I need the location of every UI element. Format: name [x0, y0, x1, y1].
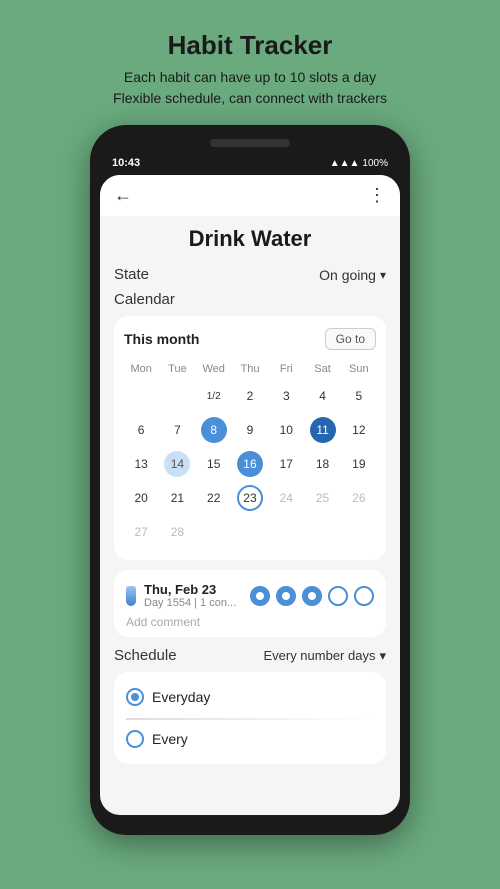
- cal-cell-8[interactable]: 8: [197, 414, 231, 446]
- app-bar: ← ⋮: [100, 175, 400, 216]
- cal-cell-17[interactable]: 17: [269, 448, 303, 480]
- detail-card: Thu, Feb 23 Day 1554 | 1 con... Add comm…: [114, 570, 386, 637]
- cal-cell-15[interactable]: 15: [197, 448, 231, 480]
- detail-sub: Day 1554 | 1 con...: [144, 597, 242, 609]
- cal-cell: [269, 516, 303, 548]
- water-drop-icon: [126, 586, 136, 606]
- detail-date: Thu, Feb 23: [144, 582, 242, 597]
- everyday-radio[interactable]: [126, 688, 144, 706]
- cal-cell-6[interactable]: 6: [124, 414, 158, 446]
- screen-content: Drink Water State On going ▾ Calendar Th…: [100, 216, 400, 774]
- cal-cell-25[interactable]: 25: [305, 482, 339, 514]
- cal-cell: [305, 516, 339, 548]
- page-subtitle: Each habit can have up to 10 slots a day…: [113, 67, 387, 109]
- state-dropdown[interactable]: On going ▾: [319, 267, 386, 283]
- cal-cell-10[interactable]: 10: [269, 414, 303, 446]
- status-time: 10:43: [112, 157, 140, 169]
- state-value-text: On going: [319, 267, 376, 283]
- schedule-section: Schedule Every number days ▾ Everyday Ev…: [114, 647, 386, 764]
- cal-cell-16[interactable]: 16: [233, 448, 267, 480]
- cal-cell: [233, 516, 267, 548]
- phone-screen: ← ⋮ Drink Water State On going ▾ Calenda…: [100, 175, 400, 815]
- cal-cell-24[interactable]: 24: [269, 482, 303, 514]
- every-n-radio[interactable]: [126, 730, 144, 748]
- calendar-grid: Mon Tue Wed Thu Fri Sat Sun 1/2 2 3 4 5: [124, 360, 376, 548]
- cal-cell: [197, 516, 231, 548]
- divider: [126, 718, 374, 720]
- cal-cell-1-2[interactable]: 1/2: [197, 380, 231, 412]
- day-header-sat: Sat: [305, 360, 339, 378]
- cal-cell-9[interactable]: 9: [233, 414, 267, 446]
- everyday-label: Everyday: [152, 689, 210, 705]
- habit-slot-1[interactable]: [250, 586, 270, 606]
- schedule-value-text: Every number days: [263, 648, 375, 663]
- schedule-row: Schedule Every number days ▾: [114, 647, 386, 664]
- cal-cell-28[interactable]: 28: [160, 516, 194, 548]
- day-header-thu: Thu: [233, 360, 267, 378]
- cal-cell-27[interactable]: 27: [124, 516, 158, 548]
- status-bar: 10:43 ▲▲▲ 100%: [100, 157, 400, 169]
- detail-info: Thu, Feb 23 Day 1554 | 1 con...: [144, 582, 242, 609]
- habit-slot-4[interactable]: [328, 586, 348, 606]
- day-header-wed: Wed: [197, 360, 231, 378]
- habit-slot-2[interactable]: [276, 586, 296, 606]
- cal-cell-3[interactable]: 3: [269, 380, 303, 412]
- day-header-sun: Sun: [342, 360, 376, 378]
- status-icons: ▲▲▲ 100%: [330, 158, 388, 169]
- calendar-header: This month Go to: [124, 328, 376, 350]
- schedule-label: Schedule: [114, 647, 177, 664]
- cal-cell-21[interactable]: 21: [160, 482, 194, 514]
- goto-button[interactable]: Go to: [325, 328, 376, 350]
- every-n-label: Every: [152, 731, 188, 747]
- habit-circles: [250, 586, 374, 606]
- state-label: State: [114, 266, 149, 283]
- cal-cell-13[interactable]: 13: [124, 448, 158, 480]
- cal-cell-11[interactable]: 11: [305, 414, 339, 446]
- cal-cell-2[interactable]: 2: [233, 380, 267, 412]
- day-header-fri: Fri: [269, 360, 303, 378]
- add-comment-button[interactable]: Add comment: [126, 615, 374, 629]
- cal-cell-22[interactable]: 22: [197, 482, 231, 514]
- cal-cell: [160, 380, 194, 412]
- schedule-card: Everyday Every: [114, 672, 386, 764]
- day-header-tue: Tue: [160, 360, 194, 378]
- phone-notch: [210, 139, 290, 147]
- cal-cell: [124, 380, 158, 412]
- everyday-option[interactable]: Everyday: [126, 684, 374, 710]
- schedule-dropdown[interactable]: Every number days ▾: [263, 648, 386, 664]
- cal-cell-19[interactable]: 19: [342, 448, 376, 480]
- month-label: This month: [124, 331, 199, 347]
- back-button[interactable]: ←: [114, 185, 132, 206]
- cal-cell-23[interactable]: 23: [233, 482, 267, 514]
- day-header-mon: Mon: [124, 360, 158, 378]
- habit-title: Drink Water: [114, 226, 386, 252]
- cal-cell-4[interactable]: 4: [305, 380, 339, 412]
- schedule-chevron-icon: ▾: [379, 648, 386, 664]
- habit-slot-3[interactable]: [302, 586, 322, 606]
- cal-cell-7[interactable]: 7: [160, 414, 194, 446]
- cal-cell-20[interactable]: 20: [124, 482, 158, 514]
- battery-icon: 100%: [362, 158, 388, 169]
- cal-cell: [342, 516, 376, 548]
- cal-cell-18[interactable]: 18: [305, 448, 339, 480]
- cal-cell-14[interactable]: 14: [160, 448, 194, 480]
- cal-cell-26[interactable]: 26: [342, 482, 376, 514]
- page-title: Habit Tracker: [168, 30, 333, 61]
- state-chevron-icon: ▾: [380, 268, 386, 282]
- detail-header: Thu, Feb 23 Day 1554 | 1 con...: [126, 582, 374, 609]
- signal-icon: ▲▲▲: [330, 158, 360, 169]
- calendar-label: Calendar: [114, 291, 386, 308]
- every-n-option[interactable]: Every: [126, 726, 374, 752]
- state-row: State On going ▾: [114, 266, 386, 283]
- habit-slot-5[interactable]: [354, 586, 374, 606]
- more-button[interactable]: ⋮: [368, 185, 386, 206]
- calendar-card: This month Go to Mon Tue Wed Thu Fri Sat…: [114, 316, 386, 560]
- phone-frame: 10:43 ▲▲▲ 100% ← ⋮ Drink Water State On …: [90, 125, 410, 835]
- cal-cell-12[interactable]: 12: [342, 414, 376, 446]
- cal-cell-5[interactable]: 5: [342, 380, 376, 412]
